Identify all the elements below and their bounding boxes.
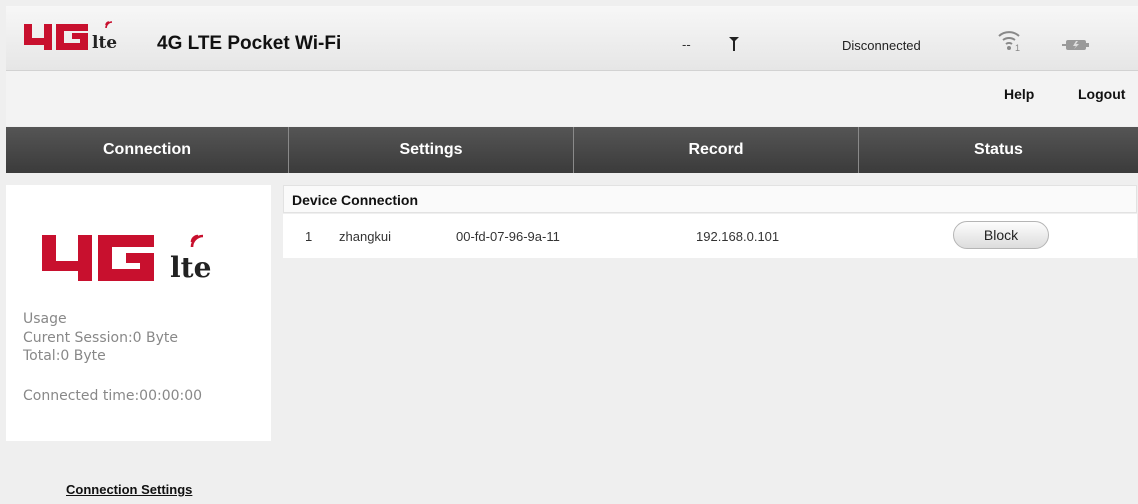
top-links-bar bbox=[6, 71, 1138, 126]
connected-time: Connected time:00:00:00 bbox=[23, 388, 203, 404]
device-index: 1 bbox=[305, 229, 313, 244]
wifi-icon: 1 bbox=[998, 31, 1020, 52]
logout-link[interactable]: Logout bbox=[1078, 86, 1125, 102]
device-ip: 192.168.0.101 bbox=[696, 229, 780, 244]
main-nav: Connection Settings Record Status bbox=[6, 127, 1138, 173]
signal-strength-text: -- bbox=[682, 37, 691, 52]
connection-status: Disconnected bbox=[842, 38, 921, 53]
connection-settings-link[interactable]: Connection Settings bbox=[66, 482, 192, 497]
device-connection-title: Device Connection bbox=[292, 192, 419, 208]
usage-title: Usage bbox=[23, 311, 67, 327]
tab-settings[interactable]: Settings bbox=[289, 127, 574, 173]
device-connection-header: Device Connection bbox=[283, 185, 1137, 213]
header-bar: lte 4G LTE Pocket Wi-Fi bbox=[6, 6, 1138, 71]
antenna-icon bbox=[729, 37, 739, 51]
device-name: zhangkui bbox=[339, 229, 392, 244]
wifi-client-count: 1 bbox=[1015, 43, 1020, 52]
block-device-button[interactable]: Block bbox=[953, 221, 1049, 249]
device-mac: 00-fd-07-96-9a-11 bbox=[456, 229, 560, 244]
app-title: 4G LTE Pocket Wi-Fi bbox=[157, 33, 342, 54]
svg-text:lte: lte bbox=[170, 251, 211, 284]
tab-record[interactable]: Record bbox=[574, 127, 859, 173]
total-usage: Total:0 Byte bbox=[23, 348, 106, 364]
help-link[interactable]: Help bbox=[1004, 86, 1034, 102]
current-session-usage: Curent Session:0 Byte bbox=[23, 330, 179, 346]
battery-icon bbox=[1062, 40, 1089, 50]
usage-panel: lte Usage Curent Session:0 Byte Total:0 … bbox=[6, 185, 271, 441]
tab-connection[interactable]: Connection bbox=[6, 127, 289, 173]
svg-text:lte: lte bbox=[92, 33, 117, 53]
table-row: 1 zhangkui 00-fd-07-96-9a-11 192.168.0.1… bbox=[283, 214, 1137, 258]
brand-logo-large: lte bbox=[42, 234, 211, 284]
brand-logo: lte bbox=[24, 21, 117, 53]
tab-status[interactable]: Status bbox=[859, 127, 1138, 173]
